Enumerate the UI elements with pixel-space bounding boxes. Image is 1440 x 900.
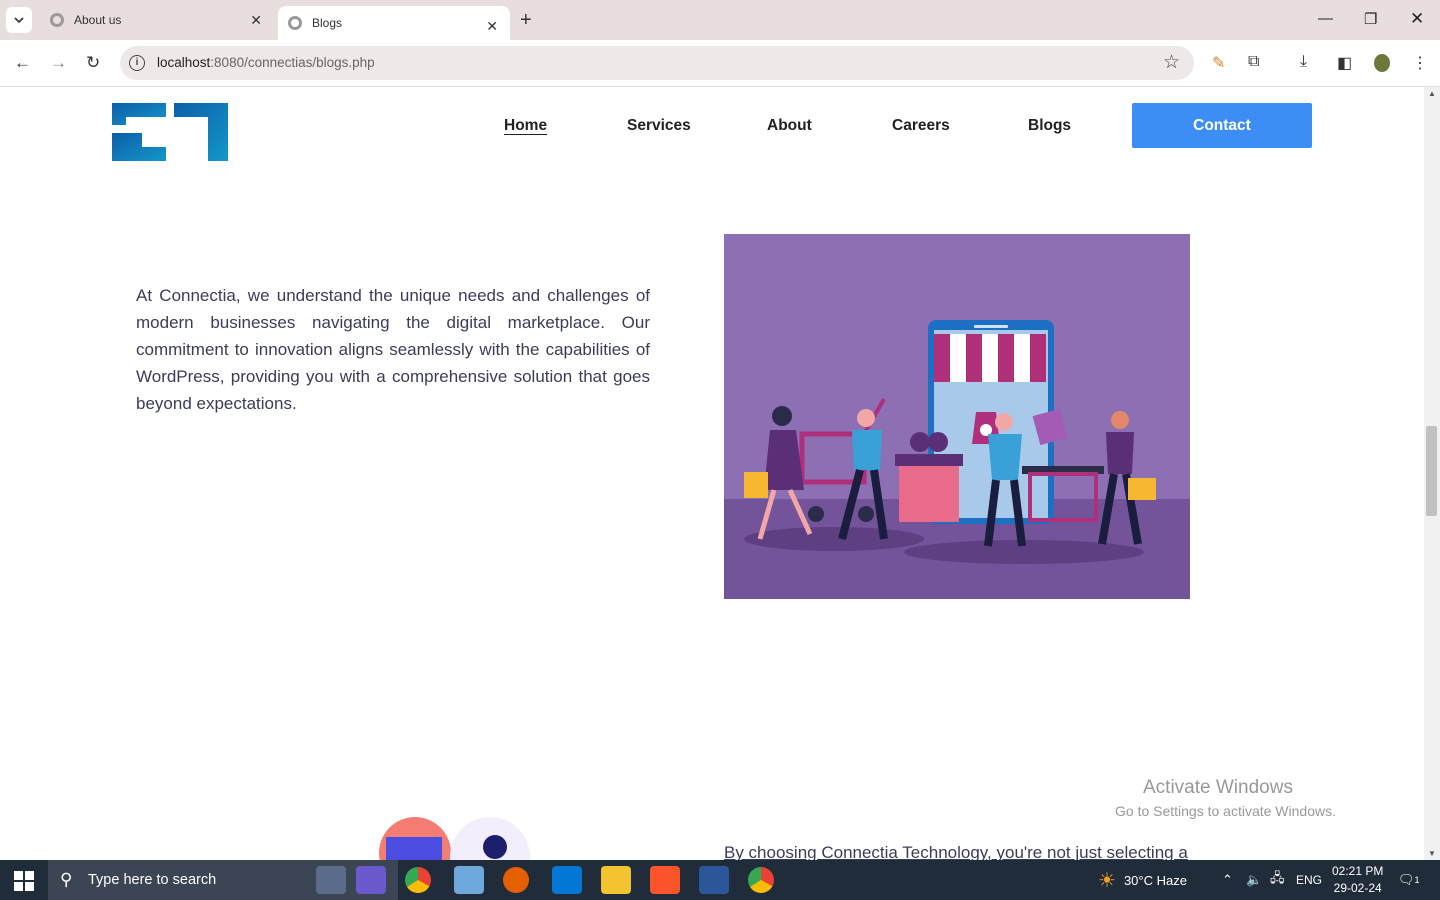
contact-button[interactable]: Contact [1132,103,1312,148]
connectia-logo[interactable] [112,103,228,161]
profile-avatar[interactable] [1374,54,1390,72]
browser-tab-bar: About us ✕ Blogs ✕ + — ❐ ✕ [0,0,1440,40]
network-icon[interactable]: 🖧 [1270,860,1285,900]
language-indicator[interactable]: ENG [1296,860,1322,900]
extensions-puzzle-icon[interactable]: ⧉ [1248,53,1259,71]
reload-button[interactable]: ↻ [86,53,100,73]
windows-taskbar: ⚲ Type here to search ☀ 30°C Haze ⌃ 🔈 🖧 … [0,860,1440,900]
notifications-icon[interactable]: 🗨 1 [1398,860,1420,900]
weather-text: 30°C Haze [1123,872,1187,888]
url-text[interactable]: localhost:8080/connectias/blogs.php [157,55,375,70]
scroll-down-arrow-icon[interactable]: ▼ [1428,849,1436,858]
menu-kebab-icon[interactable]: ⋮ [1412,53,1428,73]
file-explorer-icon[interactable] [601,866,631,894]
nav-services[interactable]: Services [627,117,691,135]
clock-time: 02:21 PM [1332,864,1384,878]
download-icon[interactable]: ⤓ [1300,53,1307,71]
volume-icon[interactable]: 🔈 [1246,860,1262,900]
firefox-icon[interactable] [503,867,529,893]
restore-button[interactable]: ❐ [1364,10,1377,28]
tab-title: About us [74,13,122,27]
word-icon[interactable] [699,866,729,894]
nav-home[interactable]: Home [504,117,547,135]
second-paragraph: By choosing Connectia Technology, you're… [724,843,1188,860]
watermark-subtitle: Go to Settings to activate Windows. [1115,803,1336,819]
notepad-app-icon[interactable] [454,866,484,894]
brave-icon[interactable] [650,866,680,894]
weather-widget[interactable]: ☀ 30°C Haze [1098,860,1187,900]
address-bar[interactable]: i localhost:8080/connectias/blogs.php ☆ [120,46,1194,80]
intro-paragraph: At Connectia, we understand the unique n… [136,286,650,413]
satellite-app-icon[interactable] [356,866,386,894]
scroll-up-arrow-icon[interactable]: ▲ [1428,89,1436,98]
sun-haze-icon: ☀ [1098,869,1116,892]
shopping-illustration [724,234,1190,599]
nav-careers[interactable]: Careers [892,117,950,135]
web-page: Home Services About Careers Blogs Contac… [0,87,1424,860]
bookmark-star-icon[interactable]: ☆ [1163,51,1180,74]
tab-search-button[interactable] [6,7,32,33]
nav-about[interactable]: About [767,117,812,135]
close-tab-icon[interactable]: ✕ [250,12,262,29]
chrome-icon[interactable] [405,867,431,893]
close-window-button[interactable]: ✕ [1410,9,1424,29]
microscope-app-icon[interactable] [316,866,346,894]
taskbar-clock[interactable]: 02:21 PM 29-02-24 [1332,863,1383,897]
watermark-title: Activate Windows [1143,777,1293,798]
scrollbar-thumb[interactable] [1426,426,1437,516]
tray-chevron-up-icon[interactable]: ⌃ [1222,860,1233,900]
back-button[interactable]: ← [14,53,31,73]
site-header: Home Services About Careers Blogs Contac… [0,87,1424,167]
vscode-icon[interactable] [552,866,582,894]
pencil-extension-icon[interactable]: ✎ [1212,53,1225,73]
globe-icon [288,16,302,30]
page-scrollbar[interactable]: ▲ ▼ [1424,87,1440,860]
clock-date: 29-02-24 [1333,881,1382,895]
search-icon: ⚲ [60,870,73,889]
new-tab-button[interactable]: + [520,9,532,32]
globe-icon [50,13,64,27]
tab-about-us[interactable]: About us ✕ [38,0,274,40]
tab-blogs[interactable]: Blogs ✕ [278,6,510,40]
browser-toolbar: ← → ↻ i localhost:8080/connectias/blogs.… [0,40,1440,87]
windows-start-icon[interactable] [14,871,34,891]
search-placeholder: Type here to search [88,872,217,888]
close-tab-icon[interactable]: ✕ [486,18,498,35]
chevron-down-icon [14,17,24,23]
site-info-icon[interactable]: i [129,55,145,71]
activate-windows-watermark: Activate Windows Go to Settings to activ… [1115,777,1336,819]
forward-button[interactable]: → [50,53,67,73]
puzzle-illustration [379,817,530,860]
nav-blogs[interactable]: Blogs [1028,117,1071,135]
side-panel-icon[interactable]: ◧ [1337,53,1352,73]
minimize-button[interactable]: — [1318,10,1333,27]
chrome-active-icon[interactable] [748,867,774,893]
tab-title: Blogs [312,16,343,30]
